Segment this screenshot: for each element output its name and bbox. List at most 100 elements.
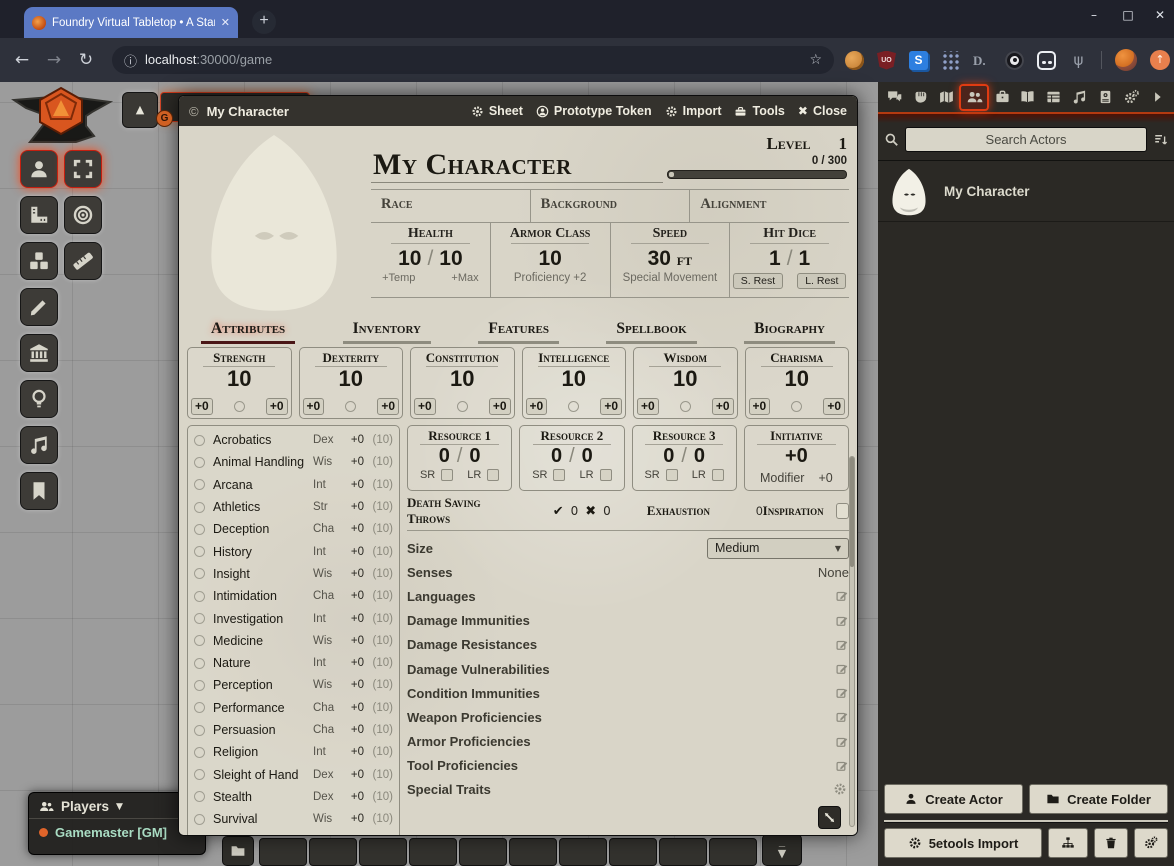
resource-1-box[interactable]: Resource 10/0SRLR	[407, 425, 512, 491]
sound-controls-button[interactable]	[20, 426, 58, 464]
import-control[interactable]: Import	[665, 104, 722, 118]
nav-collapse-button[interactable]: ▲	[122, 92, 158, 128]
skill-row[interactable]: InsightWis+0(10)	[194, 563, 393, 585]
macro-slot[interactable]	[309, 838, 357, 866]
address-bar[interactable]: ⓘ localhost:30000/game ☆	[112, 46, 834, 74]
ability-wisdom[interactable]: Wisdom10+0+0	[633, 347, 738, 419]
update-indicator[interactable]: ↑	[1150, 50, 1170, 70]
save-mod[interactable]: +0	[414, 398, 436, 415]
proficiency-radio[interactable]	[194, 769, 205, 780]
proficiency-radio[interactable]	[194, 524, 205, 535]
tile-controls-button[interactable]	[20, 242, 58, 280]
proficiency-radio[interactable]	[194, 479, 205, 490]
edit-icon[interactable]	[835, 759, 849, 773]
proficiency-toggle[interactable]	[457, 401, 468, 412]
check-mod[interactable]: +0	[377, 398, 399, 415]
new-tab-button[interactable]: +	[252, 10, 276, 34]
proficiency-toggle[interactable]	[345, 401, 356, 412]
death-fail-icon[interactable]: ✖	[585, 504, 596, 519]
skill-row[interactable]: StealthDex+0(10)	[194, 786, 393, 808]
proficiency-toggle[interactable]	[680, 401, 691, 412]
delete-all-button[interactable]	[1094, 828, 1128, 858]
proficiency-radio[interactable]	[194, 546, 205, 557]
tab-tables[interactable]	[1041, 85, 1067, 109]
character-name[interactable]: My Character	[371, 128, 663, 183]
check-mod[interactable]: +0	[712, 398, 734, 415]
death-success-icon[interactable]: ✔	[553, 504, 564, 519]
ruler-tool-button[interactable]	[64, 242, 102, 280]
ability-strength[interactable]: Strength10+0+0	[187, 347, 292, 419]
skill-row[interactable]: Sleight of HandDex+0(10)	[194, 763, 393, 785]
sheet-tab-inventory[interactable]: Inventory	[343, 320, 431, 344]
create-actor-button[interactable]: Create Actor	[884, 784, 1023, 814]
proficiency-radio[interactable]	[194, 725, 205, 736]
skill-row[interactable]: SurvivalWis+0(10)	[194, 808, 393, 830]
document-id-icon[interactable]: ©	[189, 104, 199, 119]
lr-checkbox[interactable]	[600, 469, 612, 481]
alignment-field[interactable]: Alignment	[689, 190, 849, 222]
window-header[interactable]: © My Character SheetPrototype TokenImpor…	[179, 96, 857, 126]
proficiency-radio[interactable]	[194, 791, 205, 802]
initiative-mod[interactable]: +0	[818, 471, 832, 485]
size-select[interactable]: Medium▼	[707, 538, 849, 559]
proficiency-toggle[interactable]	[234, 401, 245, 412]
skill-row[interactable]: HistoryInt+0(10)	[194, 540, 393, 562]
prototype-token-control[interactable]: Prototype Token	[536, 104, 652, 118]
actor-list-item[interactable]: My Character	[878, 161, 1174, 222]
lighting-controls-button[interactable]	[20, 380, 58, 418]
inspiration-checkbox[interactable]	[836, 503, 849, 519]
skill-row[interactable]: Animal HandlingWis+0(10)	[194, 451, 393, 473]
tab-combat[interactable]	[908, 85, 934, 109]
ability-score[interactable]: 10	[746, 367, 849, 390]
fork-extension-icon[interactable]: ψ	[1069, 51, 1088, 70]
forward-button[interactable]: →	[38, 50, 70, 70]
search-input[interactable]	[905, 127, 1147, 152]
site-info-icon[interactable]: ⓘ	[124, 51, 137, 70]
macro-folder-button[interactable]	[222, 836, 254, 866]
edit-icon[interactable]	[835, 614, 849, 628]
resource-3-box[interactable]: Resource 30/0SRLR	[632, 425, 737, 491]
skill-row[interactable]: IntimidationCha+0(10)	[194, 585, 393, 607]
ability-constitution[interactable]: Constitution10+0+0	[410, 347, 515, 419]
short-rest-button[interactable]: S. Rest	[733, 273, 783, 289]
edit-icon[interactable]	[835, 589, 849, 603]
window-close-button[interactable]: ✕	[1144, 0, 1174, 30]
temp-hp-field[interactable]: +Temp	[382, 272, 415, 284]
tab-actors[interactable]	[959, 84, 989, 111]
macro-slot[interactable]	[509, 838, 557, 866]
sheet-tab-features[interactable]: Features	[478, 320, 559, 344]
ability-score[interactable]: 10	[634, 367, 737, 390]
stylus-extension-icon[interactable]: S	[909, 51, 928, 70]
exhaustion-value[interactable]: 0	[756, 504, 763, 518]
sheet-tab-attributes[interactable]: Attributes	[201, 320, 295, 344]
macro-slot[interactable]	[609, 838, 657, 866]
5etools-import-button[interactable]: 5etools Import	[884, 828, 1042, 858]
race-field[interactable]: Race	[371, 190, 530, 222]
browser-tab[interactable]: Foundry Virtual Tabletop • A Stan ✕	[24, 7, 238, 38]
check-mod[interactable]: +0	[489, 398, 511, 415]
proficiency-toggle[interactable]	[791, 401, 802, 412]
tab-playlists[interactable]	[1067, 85, 1093, 109]
drawing-controls-button[interactable]	[20, 288, 58, 326]
tab-settings[interactable]	[1118, 85, 1144, 109]
macro-slot[interactable]	[359, 838, 407, 866]
proficiency-radio[interactable]	[194, 502, 205, 513]
skill-row[interactable]: NatureInt+0(10)	[194, 652, 393, 674]
death-fail-count[interactable]: 0	[603, 504, 611, 518]
character-portrait[interactable]	[187, 128, 361, 312]
proficiency-radio[interactable]	[194, 613, 205, 624]
skill-row[interactable]: ReligionInt+0(10)	[194, 741, 393, 763]
proficiency-radio[interactable]	[194, 635, 205, 646]
wall-controls-button[interactable]	[20, 334, 58, 372]
select-tool-button[interactable]	[64, 150, 102, 188]
edit-icon[interactable]	[835, 735, 849, 749]
window-resize-handle[interactable]	[818, 806, 841, 829]
tab-chat[interactable]	[882, 85, 908, 109]
proficiency-radio[interactable]	[194, 680, 205, 691]
save-mod[interactable]: +0	[637, 398, 659, 415]
proficiency-radio[interactable]	[194, 457, 205, 468]
hit-dice-stat[interactable]: Hit Dice 1/1 S. Rest L. Rest	[729, 223, 849, 297]
pair-extension-icon[interactable]	[1037, 51, 1056, 70]
sheet-tab-spellbook[interactable]: Spellbook	[606, 320, 696, 344]
skill-row[interactable]: DeceptionCha+0(10)	[194, 518, 393, 540]
